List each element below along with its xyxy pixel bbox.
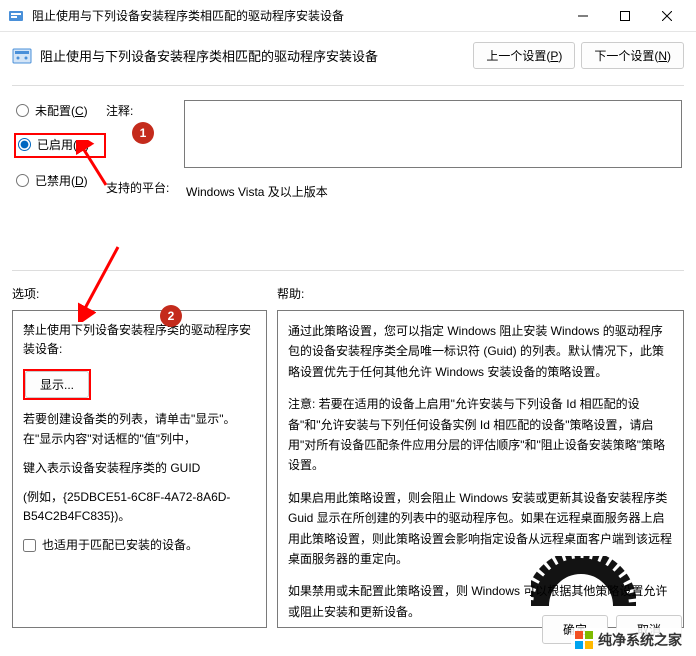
platform-text: Windows Vista 及以上版本 — [184, 179, 682, 204]
options-text-2: 若要创建设备类的列表，请单击"显示"。在"显示内容"对话框的"值"列中， — [23, 410, 256, 448]
options-panel: 禁止使用下列设备安装程序类的驱动程序安装设备: 显示... 若要创建设备类的列表… — [12, 310, 267, 628]
divider — [12, 85, 684, 86]
show-button-highlight: 显示... — [23, 369, 91, 400]
apply-installed-label: 也适用于匹配已安装的设备。 — [42, 536, 198, 555]
maximize-button[interactable] — [604, 0, 646, 32]
annotation-marker-1: 1 — [132, 122, 154, 144]
watermark-logo-icon — [575, 631, 593, 649]
radio-enabled-label: 已启用(E) — [37, 136, 89, 153]
comment-textarea[interactable] — [184, 100, 682, 168]
help-p2: 注意: 若要在适用的设备上启用"允许安装与下列设备 Id 相匹配的设备"和"允许… — [288, 394, 673, 476]
options-text-4: (例如，{25DBCE51-6C8F-4A72-8A6D-B54C2B4FC83… — [23, 488, 256, 526]
platform-label: 支持的平台: — [106, 179, 176, 196]
radio-not-configured-label: 未配置(C) — [35, 102, 88, 119]
page-title: 阻止使用与下列设备安装程序类相匹配的驱动程序安装设备 — [40, 46, 473, 65]
divider-2 — [12, 270, 684, 271]
apply-installed-checkbox-row[interactable]: 也适用于匹配已安装的设备。 — [23, 536, 256, 555]
radio-not-configured-input[interactable] — [16, 104, 29, 117]
apply-installed-checkbox[interactable] — [23, 539, 36, 552]
radio-disabled-label: 已禁用(D) — [35, 172, 88, 189]
policy-icon — [12, 47, 32, 65]
window-icon — [8, 8, 24, 24]
radio-enabled-input[interactable] — [18, 138, 31, 151]
help-p1: 通过此策略设置，您可以指定 Windows 阻止安装 Windows 的驱动程序… — [288, 321, 673, 382]
prev-setting-button[interactable]: 上一个设置(P) — [473, 42, 575, 69]
help-panel: 通过此策略设置，您可以指定 Windows 阻止安装 Windows 的驱动程序… — [277, 310, 684, 628]
radio-disabled-input[interactable] — [16, 174, 29, 187]
watermark: 纯净系统之家 — [571, 628, 686, 652]
options-text-3: 键入表示设备安装程序类的 GUID — [23, 459, 256, 478]
help-label: 帮助: — [277, 285, 684, 302]
show-button[interactable]: 显示... — [25, 371, 89, 398]
window-title: 阻止使用与下列设备安装程序类相匹配的驱动程序安装设备 — [32, 7, 562, 24]
options-text-1: 禁止使用下列设备安装程序类的驱动程序安装设备: — [23, 321, 256, 359]
help-p3: 如果启用此策略设置，则会阻止 Windows 安装或更新其设备安装程序类 Gui… — [288, 488, 673, 570]
comment-label: 注释: — [106, 102, 176, 119]
next-setting-button[interactable]: 下一个设置(N) — [581, 42, 684, 69]
close-button[interactable] — [646, 0, 688, 32]
options-label: 选项: — [12, 285, 267, 302]
radio-enabled[interactable]: 已启用(E) — [14, 133, 106, 158]
watermark-text: 纯净系统之家 — [598, 630, 682, 650]
radio-disabled[interactable]: 已禁用(D) — [14, 170, 106, 191]
minimize-button[interactable] — [562, 0, 604, 32]
annotation-marker-2: 2 — [160, 305, 182, 327]
radio-not-configured[interactable]: 未配置(C) — [14, 100, 106, 121]
